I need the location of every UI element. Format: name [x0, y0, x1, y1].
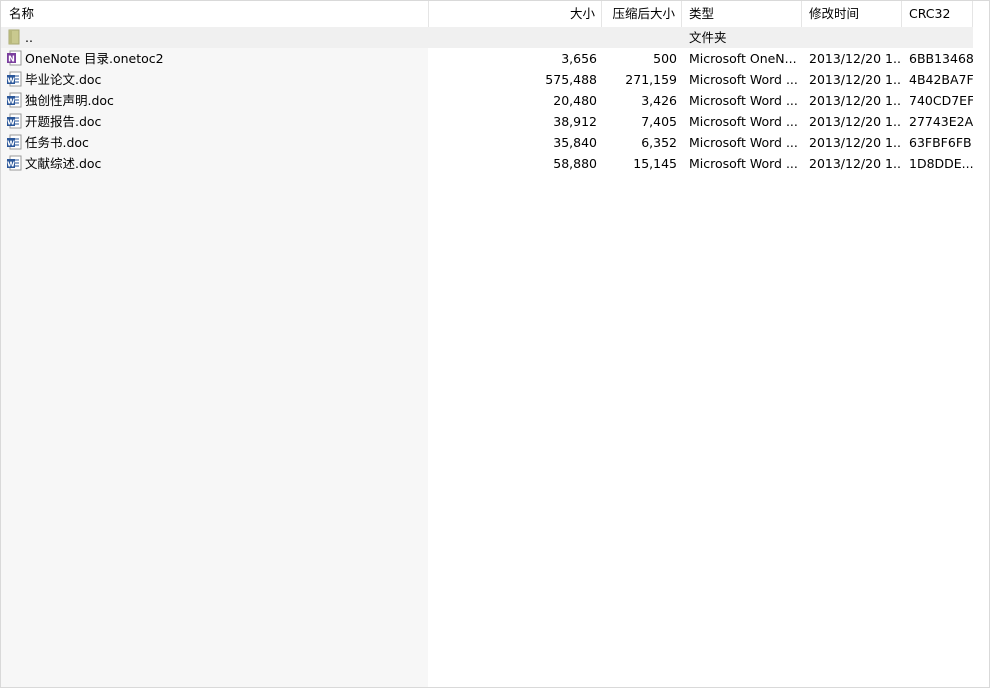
file-modified: 2013/12/20 1...	[809, 51, 902, 66]
file-type: Microsoft OneN...	[689, 51, 797, 66]
file-size	[429, 27, 602, 48]
file-name: 文献综述.doc	[25, 156, 102, 171]
file-packed-size: 3,426	[641, 93, 677, 108]
file-type: 文件夹	[689, 30, 727, 45]
file-row[interactable]: W 文献综述.doc 58,880 15,145 Microsoft Word …	[1, 153, 973, 174]
column-header-crc32-label: CRC32	[909, 6, 951, 21]
file-modified: 2013/12/20 1...	[809, 135, 902, 150]
file-crc32: 1D8DDE...	[909, 156, 973, 171]
file-name: 毕业论文.doc	[25, 72, 102, 87]
file-type: Microsoft Word ...	[689, 93, 798, 108]
file-size: 35,840	[553, 135, 597, 150]
file-type: Microsoft Word ...	[689, 114, 798, 129]
file-crc32: 27743E2A	[909, 114, 973, 129]
file-name: 任务书.doc	[25, 135, 89, 150]
file-row[interactable]: W 开题报告.doc 38,912 7,405 Microsoft Word .…	[1, 111, 973, 132]
column-header-modified-label: 修改时间	[809, 6, 860, 21]
column-header-bar: 名称 ^ 大小 压缩后大小 类型 修改时间 CRC32	[1, 1, 989, 27]
column-header-size[interactable]: 大小	[429, 1, 602, 27]
file-name: 独创性声明.doc	[25, 93, 114, 108]
column-header-size-label: 大小	[569, 6, 595, 21]
file-type: Microsoft Word ...	[689, 72, 798, 87]
file-modified: 2013/12/20 1...	[809, 93, 902, 108]
file-packed-size: 500	[653, 51, 677, 66]
file-name: OneNote 目录.onetoc2	[25, 51, 164, 66]
file-list-view: 名称 ^ 大小 压缩后大小 类型 修改时间 CRC32 .. 文件夹 N One…	[0, 0, 990, 688]
file-packed-size: 271,159	[625, 72, 677, 87]
file-modified: 2013/12/20 1...	[809, 72, 902, 87]
file-row[interactable]: W 独创性声明.doc 20,480 3,426 Microsoft Word …	[1, 90, 973, 111]
file-size: 38,912	[553, 114, 597, 129]
file-size: 575,488	[545, 72, 597, 87]
file-modified: 2013/12/20 1...	[809, 156, 902, 171]
file-size: 20,480	[553, 93, 597, 108]
column-header-modified[interactable]: 修改时间	[802, 1, 902, 27]
column-header-packed-size-label: 压缩后大小	[612, 6, 675, 21]
file-crc32	[902, 27, 973, 48]
file-name: 开题报告.doc	[25, 114, 102, 129]
column-header-type[interactable]: 类型	[682, 1, 802, 27]
file-packed-size: 15,145	[633, 156, 677, 171]
file-crc32: 740CD7EF	[909, 93, 973, 108]
file-type: Microsoft Word ...	[689, 135, 798, 150]
file-type: Microsoft Word ...	[689, 156, 798, 171]
file-modified: 2013/12/20 1...	[809, 114, 902, 129]
parent-folder-row[interactable]: .. 文件夹	[1, 27, 973, 48]
file-packed-size	[602, 27, 682, 48]
file-packed-size: 7,405	[641, 114, 677, 129]
file-size: 3,656	[561, 51, 597, 66]
file-modified	[802, 27, 902, 48]
column-header-packed-size[interactable]: 压缩后大小	[602, 1, 682, 27]
file-size: 58,880	[553, 156, 597, 171]
sort-ascending-icon: ^	[210, 0, 220, 8]
column-header-type-label: 类型	[689, 6, 715, 21]
file-row[interactable]: W 毕业论文.doc 575,488 271,159 Microsoft Wor…	[1, 69, 973, 90]
file-row[interactable]: W 任务书.doc 35,840 6,352 Microsoft Word ..…	[1, 132, 973, 153]
column-header-crc32[interactable]: CRC32	[902, 1, 973, 27]
file-crc32: 6BB13468	[909, 51, 973, 66]
file-name: ..	[25, 30, 33, 45]
file-packed-size: 6,352	[641, 135, 677, 150]
file-row[interactable]: N OneNote 目录.onetoc2 3,656 500 Microsoft…	[1, 48, 973, 69]
file-crc32: 4B42BA7F	[909, 72, 973, 87]
file-crc32: 63FBF6FB	[909, 135, 972, 150]
